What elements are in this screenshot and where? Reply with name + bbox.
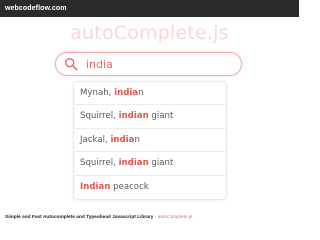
suggestion-item[interactable]: Squirrel, indian giant (74, 105, 226, 129)
suggestion-suffix: peacock (110, 181, 149, 192)
suggestion-prefix: Squirrel, (80, 111, 119, 122)
top-bar: webcodeflow.com (0, 0, 299, 17)
suggestion-item[interactable]: Mynah, indian (74, 82, 226, 106)
suggestion-prefix: Mynah, (80, 88, 115, 98)
suggestion-prefix: Jackal, (80, 134, 111, 145)
footer-text: Simple and Fast Autocomplete and Typeahe… (5, 215, 155, 220)
page: webcodeflow.com autoComplete.js Mynah, i… (0, 0, 299, 230)
footer-caption: Simple and Fast Autocomplete and Typeahe… (5, 215, 295, 220)
search-icon (64, 57, 78, 71)
suggestion-prefix: Squirrel, (80, 158, 119, 169)
suggestion-match: india (114, 88, 139, 98)
suggestion-match: india (110, 134, 135, 145)
search-input[interactable] (86, 56, 226, 72)
suggestion-item[interactable]: Indian peacock (74, 176, 226, 199)
suggestion-suffix: n (134, 134, 140, 145)
page-title: autoComplete.js (70, 22, 229, 44)
suggestion-match: indian (118, 111, 149, 122)
footer-link[interactable]: autoComplete.js (158, 215, 193, 220)
autocomplete-dropdown: Mynah, indian Squirrel, indian giant Jac… (73, 81, 227, 200)
site-brand[interactable]: webcodeflow.com (5, 5, 67, 12)
suggestion-match: indian (118, 158, 149, 169)
suggestion-suffix: giant (148, 111, 174, 122)
suggestion-item[interactable]: Squirrel, indian giant (74, 152, 226, 176)
suggestion-suffix: giant (148, 158, 174, 169)
suggestion-match: Indian (80, 181, 111, 192)
search-box[interactable] (55, 52, 242, 76)
suggestion-item[interactable]: Jackal, indian (74, 129, 226, 153)
suggestion-suffix: n (138, 88, 144, 98)
